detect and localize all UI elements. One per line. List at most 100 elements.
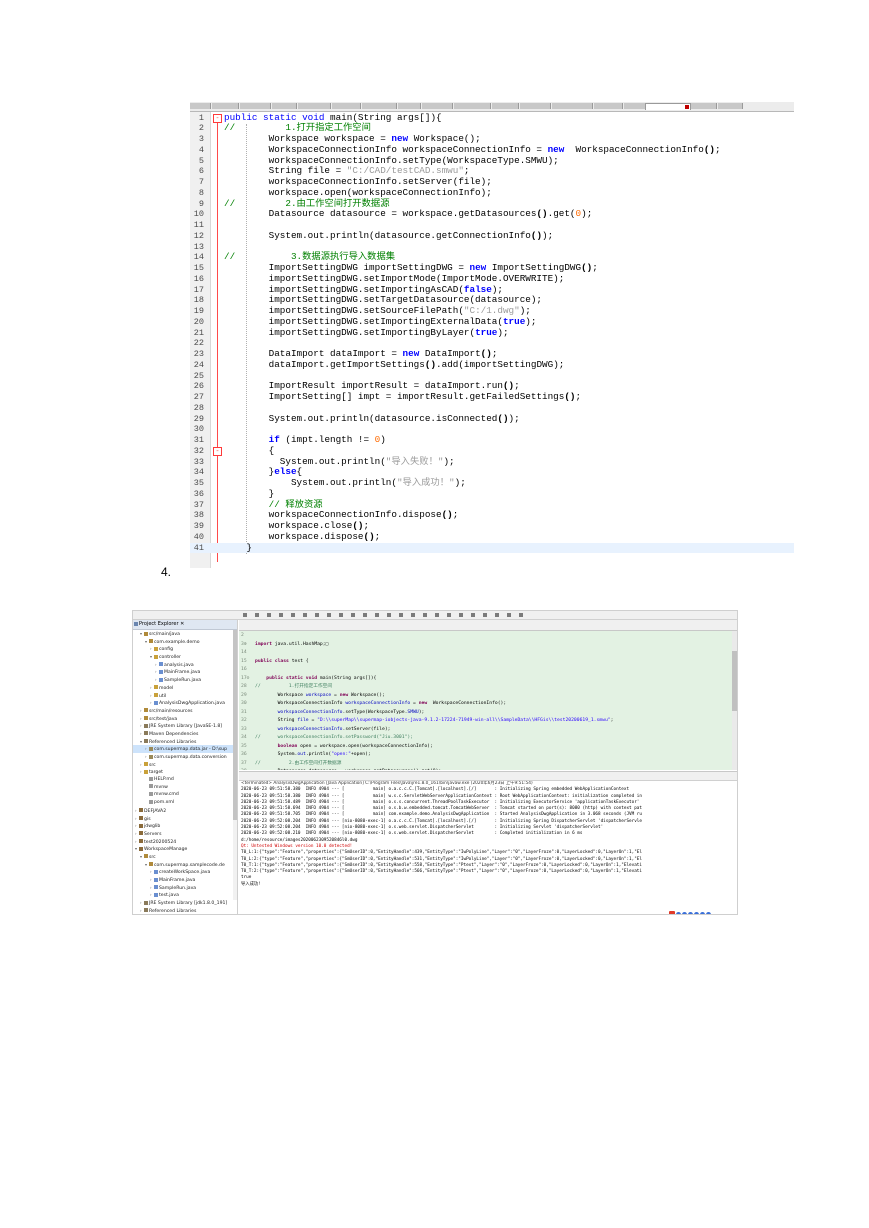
editor-tab-active[interactable] (645, 103, 691, 110)
editor-tab[interactable] (298, 103, 331, 109)
toolbar-icon[interactable] (423, 613, 427, 617)
tree-item[interactable]: › gis (133, 815, 237, 823)
editor-tab[interactable] (552, 103, 593, 109)
tree-item[interactable]: › src/test/java (133, 715, 237, 723)
tree-item[interactable]: mvnw (133, 784, 237, 792)
tree-item[interactable]: › jdwglib (133, 822, 237, 830)
toolbar-icon[interactable] (255, 613, 259, 617)
ime-emoji-icon[interactable] (682, 912, 687, 914)
ime-logo-icon[interactable] (669, 911, 675, 914)
fold-toggle-icon[interactable]: - (213, 447, 222, 457)
toolbar-icon[interactable] (243, 613, 247, 617)
tree-item[interactable]: › util (133, 692, 237, 700)
code-token: new (391, 133, 409, 144)
tree-item[interactable]: ▾ Referenced Libraries (133, 738, 237, 746)
tree-item[interactable]: › AnalysisDwgApplication.java (133, 699, 237, 707)
toolbar-icon[interactable] (291, 613, 295, 617)
project-explorer-header[interactable]: Project Explorer ✕ (133, 620, 237, 630)
tree-item[interactable]: › test.java (133, 891, 237, 899)
editor-scrollbar[interactable] (732, 631, 737, 770)
fold-toggle-icon[interactable]: - (213, 114, 222, 123)
toolbar-icon[interactable] (399, 613, 403, 617)
code-token: ); (581, 208, 593, 220)
tree-item[interactable]: mvnw.cmd (133, 791, 237, 799)
editor-tab[interactable] (422, 103, 453, 109)
code-token: public static void (224, 111, 331, 123)
tree-item[interactable]: › Referenced Libraries (133, 907, 237, 914)
editor-tab[interactable] (718, 103, 743, 109)
toolbar-icon[interactable] (339, 613, 343, 617)
tree-item[interactable]: › Maven Dependencies (133, 730, 237, 738)
tree-item[interactable]: › com.supermap.data.jar - D:\sup (133, 745, 237, 753)
toolbar-icon[interactable] (483, 613, 487, 617)
toolbar-icon[interactable] (351, 613, 355, 617)
toolbar-icon[interactable] (471, 613, 475, 617)
tree-item[interactable]: pom.xml (133, 799, 237, 807)
tree-item[interactable]: ▾ WorkspaceManage (133, 845, 237, 853)
ime-mic-icon[interactable] (688, 912, 693, 914)
toolbar-icon[interactable] (363, 613, 367, 617)
tree-item[interactable]: HELP.md (133, 776, 237, 784)
tree-item[interactable]: › JRE System Library [jdk1.8.0_191] (133, 899, 237, 907)
ime-en-icon[interactable] (676, 912, 681, 914)
ime-toolbar[interactable] (669, 902, 712, 914)
tree-item-label: util (159, 693, 167, 699)
editor-tab[interactable] (594, 103, 623, 109)
toolbar-icon[interactable] (327, 613, 331, 617)
editor-tab[interactable] (398, 103, 421, 109)
tree-item[interactable]: › config (133, 645, 237, 653)
ime-menu-icon[interactable] (706, 912, 711, 914)
editor-tab[interactable] (520, 103, 551, 109)
tree-item[interactable]: › MainFrame.java (133, 668, 237, 676)
tree-item[interactable]: › com.supermap.data.conversion (133, 753, 237, 761)
tree-item[interactable]: › analysis.java (133, 661, 237, 669)
tree-item[interactable]: ▾ src (133, 853, 237, 861)
editor-tab[interactable] (190, 103, 211, 109)
explorer-scrollbar[interactable] (233, 630, 237, 900)
ime-keyboard-icon[interactable] (694, 912, 699, 914)
toolbar-icon[interactable] (387, 613, 391, 617)
tree-item[interactable]: › JRE System Library [JavaSE-1.8] (133, 722, 237, 730)
tree-item[interactable]: › src (133, 761, 237, 769)
ime-skin-icon[interactable] (700, 912, 705, 914)
tree-item[interactable]: › test20200524 (133, 838, 237, 846)
tree-item-label: controller (159, 655, 181, 661)
editor-tab[interactable] (492, 103, 519, 109)
editor-tab[interactable] (212, 103, 239, 109)
toolbar-icon[interactable] (507, 613, 511, 617)
tree-item[interactable]: › Servers (133, 830, 237, 838)
tree-item[interactable]: ▾ controller (133, 653, 237, 661)
editor-tab[interactable] (332, 103, 361, 109)
tree-item[interactable]: › SampleRun.java (133, 676, 237, 684)
toolbar-icon[interactable] (447, 613, 451, 617)
line-number: 32 (241, 718, 247, 723)
tree-item[interactable]: › createWorkSpace.java (133, 868, 237, 876)
tree-item[interactable]: › DEFJAVA2 (133, 807, 237, 815)
toolbar-icon[interactable] (375, 613, 379, 617)
editor-tab[interactable] (240, 103, 271, 109)
editor-tab[interactable] (454, 103, 491, 109)
explorer-scroll-thumb[interactable] (233, 630, 237, 820)
toolbar-icon[interactable] (435, 613, 439, 617)
tree-item[interactable]: ▾ src/main/java (133, 630, 237, 638)
tree-item[interactable]: ▾ com.example.demo (133, 638, 237, 646)
toolbar-icon[interactable] (411, 613, 415, 617)
tree-item[interactable]: ▾ com.supermap.samplecode.de (133, 861, 237, 869)
tree-item[interactable]: › MainFrame.java (133, 876, 237, 884)
toolbar-icon[interactable] (519, 613, 523, 617)
toolbar-icon[interactable] (495, 613, 499, 617)
tree-item[interactable]: › model (133, 684, 237, 692)
editor-scroll-thumb[interactable] (732, 651, 737, 711)
toolbar-icon[interactable] (315, 613, 319, 617)
toolbar-icon[interactable] (267, 613, 271, 617)
editor-tab[interactable] (272, 103, 297, 109)
tree-item[interactable]: › target (133, 768, 237, 776)
toolbar-icon[interactable] (279, 613, 283, 617)
tree-item[interactable]: › SampleRun.java (133, 884, 237, 892)
close-icon[interactable] (685, 105, 689, 109)
toolbar-icon[interactable] (459, 613, 463, 617)
tree-item[interactable]: › src/main/resources (133, 707, 237, 715)
toolbar-icon[interactable] (303, 613, 307, 617)
editor-code[interactable]: 2 3⊕ import java.util.HashMap;□ 14 15 public … (239, 631, 737, 770)
editor-tab[interactable] (362, 103, 397, 109)
